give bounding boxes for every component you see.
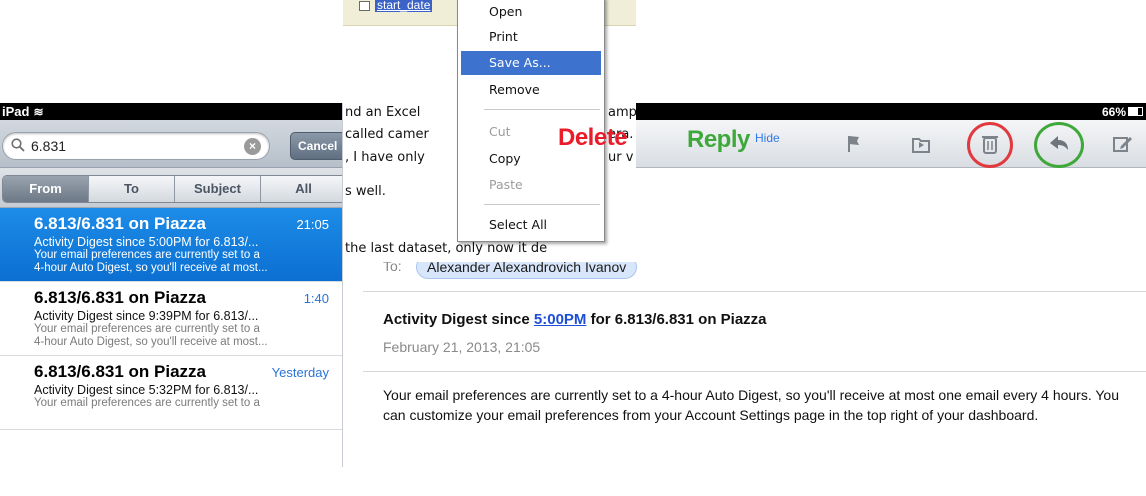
document-text-line: , I have only: [345, 150, 425, 165]
menu-item-save-as[interactable]: Save As...: [461, 51, 601, 75]
mail-preview: 4-hour Auto Digest, so you'll receive at…: [34, 336, 268, 348]
status-bar: iPad ≋: [0, 103, 342, 120]
compose-icon[interactable]: [1106, 128, 1138, 160]
document-text-fragment: amp: [608, 105, 636, 120]
subject-text: Activity Digest since: [383, 311, 534, 328]
mail-sender: 6.813/6.831 on Piazza: [34, 214, 206, 233]
search-input[interactable]: 6.831 ×: [2, 132, 270, 160]
clear-search-icon[interactable]: ×: [244, 138, 261, 155]
search-icon: [11, 138, 25, 152]
reply-icon[interactable]: [1043, 128, 1075, 160]
attachment-link[interactable]: start_date: [375, 0, 433, 12]
delete-annotation: Delete: [558, 124, 628, 151]
battery-icon: [1128, 107, 1143, 116]
mail-preview: 4-hour Auto Digest, so you'll receive at…: [34, 262, 268, 274]
search-value: 6.831: [31, 138, 67, 154]
wifi-icon: ≋: [33, 105, 44, 119]
mail-preview: Your email preferences are currently set…: [34, 397, 260, 409]
menu-item-open[interactable]: Open: [461, 0, 601, 24]
search-bar: 6.831 × Cancel: [0, 120, 342, 168]
mail-subject: Activity Digest since 5:32PM for 6.813/.…: [34, 383, 259, 397]
document-text-line: called camer: [345, 127, 429, 142]
scope-tab-from[interactable]: From: [3, 176, 89, 202]
mail-preview: Your email preferences are currently set…: [34, 323, 260, 335]
document-text-fragment: ur v: [608, 150, 634, 165]
excel-file-icon: [359, 1, 370, 11]
battery-percent: 66%: [1101, 105, 1126, 119]
scope-tab-subject[interactable]: Subject: [175, 176, 261, 202]
reply-annotation: Reply: [687, 126, 750, 153]
mail-list-panel: iPad ≋ 6.831 × Cancel From To Subject All…: [0, 103, 343, 467]
subject-time-link[interactable]: 5:00PM: [534, 311, 587, 328]
mail-time: 21:05: [296, 217, 329, 232]
mail-list-item[interactable]: 6.813/6.831 on Piazza Yesterday Activity…: [0, 356, 342, 430]
flag-icon[interactable]: [838, 128, 870, 160]
message-body: Your email preferences are currently set…: [383, 387, 1119, 423]
scope-tab-all[interactable]: All: [261, 176, 342, 202]
mail-subject: Activity Digest since 5:00PM for 6.813/.…: [34, 235, 259, 249]
divider: [363, 291, 1146, 292]
folder-move-icon[interactable]: [905, 128, 937, 160]
mail-list-item[interactable]: 6.813/6.831 on Piazza 21:05 Activity Dig…: [0, 208, 342, 282]
divider: [363, 371, 1146, 372]
mail-time: Yesterday: [271, 365, 329, 380]
scope-segmented-control: From To Subject All: [2, 175, 342, 203]
mail-preview: Your email preferences are currently set…: [34, 249, 260, 261]
mail-time: 1:40: [303, 291, 329, 306]
cancel-button[interactable]: Cancel: [290, 132, 342, 160]
menu-separator: [484, 204, 600, 205]
context-menu: Open Print Save As... Remove Cut Copy Pa…: [457, 0, 605, 242]
menu-item-remove[interactable]: Remove: [461, 78, 601, 102]
carrier-label: iPad: [2, 104, 30, 119]
document-text-line: s well.: [345, 184, 386, 199]
mail-sender: 6.813/6.831 on Piazza: [34, 288, 206, 307]
document-text-line: the last dataset, only now it de: [345, 241, 548, 256]
menu-item-paste[interactable]: Paste: [461, 173, 601, 197]
hide-details-link[interactable]: Hide: [755, 131, 780, 145]
message-subject: Activity Digest since 5:00PM for 6.813/6…: [383, 311, 767, 328]
scope-tab-to[interactable]: To: [89, 176, 175, 202]
menu-item-print[interactable]: Print: [461, 25, 601, 49]
trash-icon[interactable]: [974, 128, 1006, 160]
search-scope-bar: From To Subject All: [0, 168, 342, 208]
menu-item-select-all[interactable]: Select All: [461, 213, 601, 237]
mail-subject: Activity Digest since 9:39PM for 6.813/.…: [34, 309, 259, 323]
menu-separator: [484, 109, 600, 110]
subject-text: for 6.813/6.831 on Piazza: [586, 311, 767, 328]
mail-list-item[interactable]: 6.813/6.831 on Piazza 1:40 Activity Dige…: [0, 282, 342, 356]
document-text-line: nd an Excel: [345, 105, 421, 120]
message-date: February 21, 2013, 21:05: [383, 339, 541, 355]
